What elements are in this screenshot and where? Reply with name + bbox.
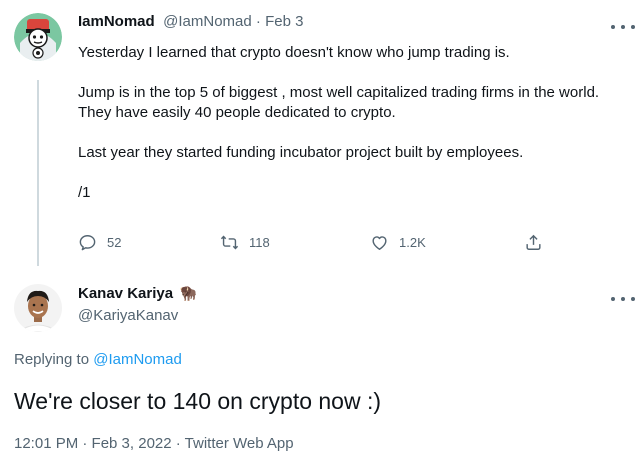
share-button[interactable] xyxy=(524,233,543,252)
tweet-date[interactable]: Feb 3 xyxy=(265,13,303,30)
display-name[interactable]: Kanav Kariya xyxy=(78,285,173,302)
bison-badge-icon: 🦬 xyxy=(179,285,197,301)
tweet-text: Yesterday I learned that crypto doesn't … xyxy=(78,44,600,201)
tweet-header: IamNomad @IamNomad · Feb 3 xyxy=(78,13,303,31)
handle[interactable]: @IamNomad xyxy=(163,13,252,30)
nomad-avatar-image xyxy=(14,13,62,61)
like-button[interactable]: 1.2K xyxy=(370,233,426,252)
reply-button[interactable]: 52 xyxy=(78,233,121,252)
thread-connector xyxy=(37,80,39,266)
like-count: 1.2K xyxy=(399,235,426,250)
reply-icon xyxy=(79,235,96,251)
replying-to-prefix: Replying to xyxy=(14,351,94,368)
separator: · xyxy=(251,13,266,30)
retweet-button[interactable]: 118 xyxy=(220,233,270,252)
replying-to-handle-link[interactable]: @IamNomad xyxy=(93,351,182,368)
reply-count: 52 xyxy=(107,235,122,250)
tweet-timestamp[interactable]: 12:01 PM · Feb 3, 2022 · Twitter Web App xyxy=(14,435,294,452)
replying-to: Replying to @IamNomad xyxy=(14,351,182,368)
display-name[interactable]: IamNomad xyxy=(78,13,155,30)
more-icon[interactable] xyxy=(611,294,635,304)
handle[interactable]: @KariyaKanav xyxy=(78,307,178,324)
kanav-avatar-image xyxy=(14,284,62,332)
avatar[interactable] xyxy=(14,284,62,332)
share-icon xyxy=(526,234,541,250)
tweet-header: Kanav Kariya 🦬 xyxy=(78,285,197,303)
heart-icon xyxy=(372,236,387,250)
avatar[interactable] xyxy=(14,13,62,61)
retweet-count: 118 xyxy=(249,235,270,250)
more-icon[interactable] xyxy=(611,22,635,32)
main-tweet-text: We're closer to 140 on crypto now :) xyxy=(14,388,382,414)
retweet-icon xyxy=(220,235,239,250)
